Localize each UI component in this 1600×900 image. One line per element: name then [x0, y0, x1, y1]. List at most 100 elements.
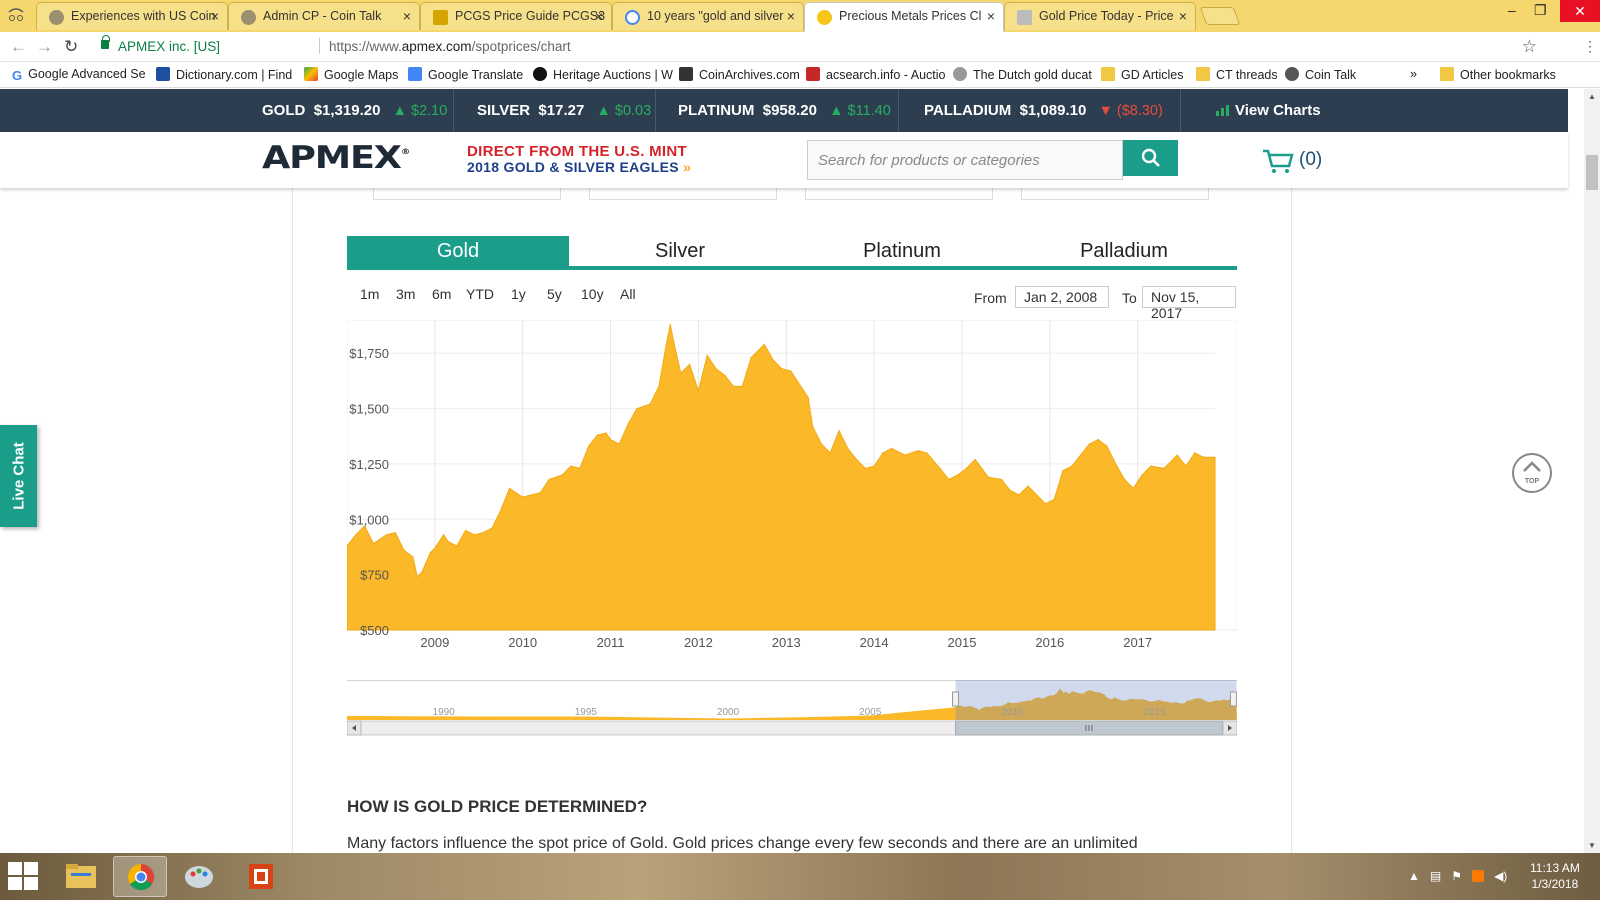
chart-navigator[interactable]: 1990 1995 2000 2005 2010 2015 [346, 679, 1238, 736]
price-point [416, 576, 418, 578]
bookmarks-overflow-button[interactable]: » [1410, 67, 1417, 81]
navigator-right-handle [1229, 691, 1237, 707]
price-point [697, 390, 700, 392]
browser-tab[interactable]: Admin CP - Coin Talk × [228, 2, 420, 30]
tab-close-icon[interactable]: × [1179, 8, 1187, 24]
range-button-all[interactable]: All [620, 286, 636, 302]
minimize-button[interactable]: – [1508, 2, 1516, 18]
tab-close-icon[interactable]: × [403, 8, 411, 24]
tab-silver[interactable]: Silver [569, 236, 791, 266]
ticker-silver[interactable]: SILVER $17.27 ▲ $0.03 [477, 102, 651, 119]
range-button-ytd[interactable]: YTD [466, 286, 494, 302]
price-point [798, 383, 801, 385]
avast-icon[interactable] [1472, 870, 1485, 882]
range-button-1m[interactable]: 1m [360, 286, 379, 302]
tab-gold[interactable]: Gold [347, 236, 569, 266]
bookmark-item[interactable]: The Dutch gold ducat [953, 67, 1092, 82]
bookmark-star-icon[interactable]: ☆ [1522, 37, 1537, 57]
browser-tab[interactable]: Experiences with US Coin × [36, 2, 228, 30]
bookmark-item[interactable]: G Google Advanced Se [12, 67, 146, 83]
search-input[interactable] [807, 140, 1123, 180]
address-bar[interactable]: APMEX inc. [US] https://www.apmex.com/sp… [93, 35, 1555, 59]
new-tab-button[interactable] [1199, 7, 1241, 25]
ticker-gold[interactable]: GOLD $1,319.20 ▲ $2.10 [262, 102, 447, 119]
tab-close-icon[interactable]: × [987, 8, 995, 24]
action-center-flag-icon[interactable]: ⚑ [1451, 869, 1462, 883]
tab-palladium[interactable]: Palladium [1013, 236, 1235, 266]
tab-platinum[interactable]: Platinum [791, 236, 1013, 266]
browser-tab[interactable]: Gold Price Today - Price × [1004, 2, 1196, 30]
range-button-5y[interactable]: 5y [547, 286, 562, 302]
search-button[interactable] [1123, 140, 1178, 176]
promo-banner-line1[interactable]: DIRECT FROM THE U.S. MINT [467, 143, 687, 160]
chrome-taskbar-icon[interactable] [113, 856, 167, 897]
network-icon[interactable]: ▤ [1430, 869, 1441, 883]
chrome-profile-icon[interactable] [6, 6, 26, 24]
tab-close-icon[interactable]: × [787, 8, 795, 24]
promo-banner-line2[interactable]: 2018 GOLD & SILVER EAGLES » [467, 159, 691, 175]
price-point [658, 385, 660, 388]
taskbar-clock[interactable]: 11:13 AM 1/3/2018 [1530, 860, 1580, 892]
browser-tab[interactable]: 10 years "gold and silver × [612, 2, 804, 30]
chevron-up-icon [1523, 461, 1541, 472]
range-button-6m[interactable]: 6m [432, 286, 451, 302]
view-charts-link[interactable]: View Charts [1215, 102, 1321, 119]
price-point [1106, 445, 1108, 447]
system-tray[interactable]: ▲ ▤ ⚑ ◀) [1408, 869, 1507, 883]
price-point [627, 423, 629, 425]
paint-icon[interactable] [172, 856, 226, 897]
bookmark-item[interactable]: Heritage Auctions | W [533, 67, 673, 82]
windows-start-button[interactable] [8, 862, 40, 892]
apmex-logo[interactable]: APMEX® [262, 140, 410, 176]
file-explorer-icon[interactable] [54, 856, 108, 897]
price-point [429, 551, 432, 554]
back-arrow-icon[interactable]: ← [10, 37, 27, 57]
range-button-10y[interactable]: 10y [581, 286, 604, 302]
range-button-3m[interactable]: 3m [396, 286, 415, 302]
browser-tab-active[interactable]: Precious Metals Prices Cl × [804, 2, 1004, 32]
clock-time: 11:13 AM [1530, 861, 1580, 875]
url-text[interactable]: https://www.apmex.com/spotprices/chart [329, 39, 571, 54]
ticker-platinum[interactable]: PLATINUM $958.20 ▲ $11.40 [678, 102, 891, 119]
bookmark-item[interactable]: Google Maps [304, 67, 398, 82]
scrollbar-thumb[interactable] [1586, 155, 1598, 190]
bookmark-item[interactable]: CoinArchives.com [679, 67, 800, 82]
office-app-icon[interactable] [234, 856, 288, 897]
from-date-input[interactable]: Jan 2, 2008 [1015, 286, 1109, 308]
price-point [974, 458, 976, 461]
range-button-1y[interactable]: 1y [511, 286, 526, 302]
restore-button[interactable]: ❐ [1534, 2, 1547, 19]
chrome-menu-icon[interactable]: ⋮ [1583, 38, 1597, 55]
volume-icon[interactable]: ◀) [1494, 869, 1507, 883]
live-chat-button[interactable]: Live Chat [0, 425, 37, 527]
gold-price-chart[interactable]: $500 $750 $1,000 $1,250 $1,500 $1,750 2009 2010… [346, 319, 1238, 650]
tab-close-icon[interactable]: × [595, 8, 603, 24]
other-bookmarks[interactable]: Other bookmarks [1440, 67, 1556, 82]
browser-tab[interactable]: PCGS Price Guide PCGS3 × [420, 2, 612, 30]
bookmark-item[interactable]: Coin Talk [1285, 67, 1356, 82]
to-date-input[interactable]: Nov 15, 2017 [1142, 286, 1236, 321]
bookmark-item[interactable]: Google Translate [408, 67, 523, 82]
bookmark-item[interactable]: Dictionary.com | Find [156, 67, 292, 82]
back-to-top-button[interactable]: TOP [1512, 453, 1552, 493]
bookmark-folder[interactable]: GD Articles [1101, 67, 1184, 82]
y-tick-label: $1,500 [349, 402, 389, 417]
scroll-down-icon[interactable]: ▼ [1588, 841, 1596, 850]
tab-close-icon[interactable]: × [211, 8, 219, 24]
price-point [522, 496, 524, 498]
scroll-up-icon[interactable]: ▲ [1588, 92, 1596, 101]
price-point [412, 556, 414, 558]
site-identity[interactable]: APMEX inc. [US] [118, 39, 220, 54]
page-scrollbar[interactable]: ▲ ▼ [1584, 89, 1600, 853]
ticker-palladium[interactable]: PALLADIUM $1,089.10 ▼ ($8.30) [924, 102, 1163, 119]
x-tick-label: 2012 [684, 635, 713, 650]
close-window-button[interactable]: ✕ [1560, 0, 1600, 22]
reload-icon[interactable]: ↻ [64, 37, 78, 57]
x-tick-label: 2015 [948, 635, 977, 650]
folder-icon [1101, 67, 1115, 81]
forward-arrow-icon[interactable]: → [36, 37, 53, 57]
bookmark-folder[interactable]: CT threads [1196, 67, 1278, 82]
navigator-tick-label: 2010 [1001, 707, 1024, 718]
tray-expand-icon[interactable]: ▲ [1408, 869, 1420, 883]
bookmark-item[interactable]: acsearch.info - Auctio [806, 67, 946, 82]
